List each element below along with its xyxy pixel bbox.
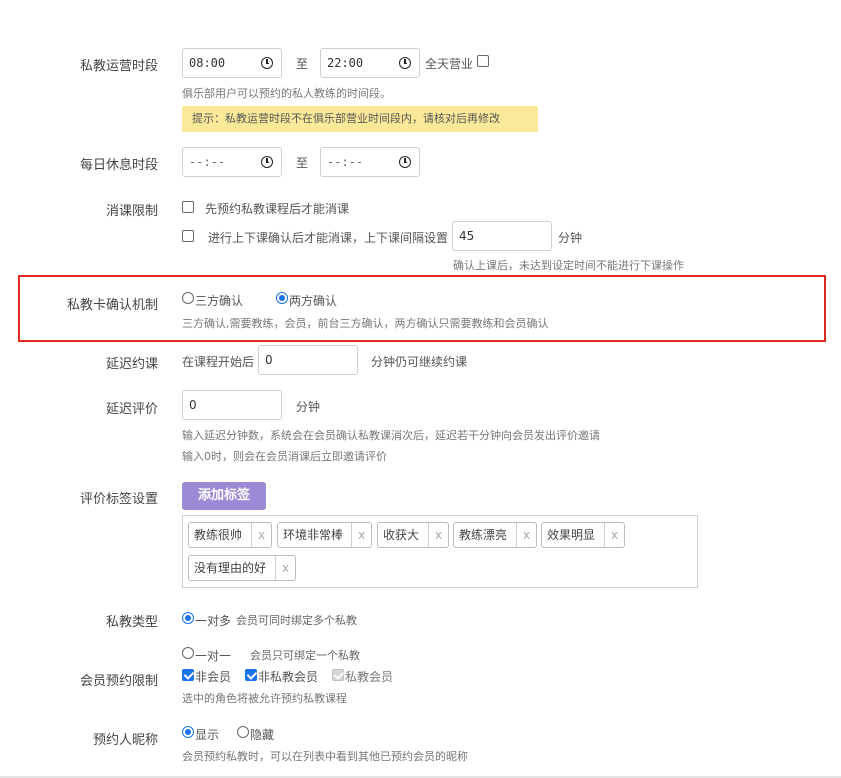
clock-icon[interactable]	[399, 156, 411, 168]
tag-label: 环境非常棒	[283, 528, 344, 542]
booking-limit-label: 会员预约限制	[79, 674, 158, 689]
operating-separator: 至	[296, 57, 309, 71]
clock-icon[interactable]	[399, 57, 411, 69]
tag-label: 教练很帅	[194, 528, 243, 542]
operating-start-time-input[interactable]: 08:00	[182, 48, 282, 78]
tag-item: 没有理由的好 x	[188, 555, 296, 581]
remove-tag-icon[interactable]: x	[251, 523, 271, 547]
all-day-label: 全天营业	[425, 57, 474, 71]
remove-tag-icon[interactable]: x	[604, 523, 624, 547]
rest-separator: 至	[296, 156, 309, 170]
confirm-mechanism-hint: 三方确认,需要教练，会员，前台三方确认，两方确认只需要教练和会员确认	[182, 317, 549, 330]
tag-item: 效果明显 x	[541, 522, 625, 548]
non-member-label: 非会员	[195, 670, 232, 684]
operating-hours-label: 私教运营时段	[79, 59, 158, 74]
operating-end-value: 22:00	[327, 56, 364, 70]
interval-input[interactable]: 45	[452, 221, 552, 251]
delay-booking-prefix: 在课程开始后	[182, 355, 255, 369]
add-tag-button[interactable]: 添加标签	[182, 482, 266, 510]
rest-end-value: --:--	[327, 155, 364, 169]
coach-member-checkbox	[332, 669, 344, 681]
operating-hours-hint: 俱乐部用户可以预约的私人教练的时间段。	[182, 87, 391, 100]
one-to-many-radio[interactable]	[182, 612, 194, 624]
one-to-one-desc: 会员只可绑定一个私教	[250, 649, 360, 662]
operating-start-value: 08:00	[189, 56, 226, 70]
show-nickname-radio[interactable]	[182, 726, 194, 738]
tag-item: 教练很帅 x	[188, 522, 272, 548]
two-party-label: 两方确认	[289, 294, 338, 308]
consume-option2-label: 进行上下课确认后才能消课，上下课间隔设置	[208, 231, 449, 245]
coach-member-label: 私教会员	[345, 670, 394, 684]
rest-hours-label: 每日休息时段	[79, 158, 158, 173]
confirm-mechanism-label: 私教卡确认机制	[66, 298, 158, 313]
booking-limit-hint: 选中的角色将被允许预约私教课程	[182, 692, 347, 705]
remove-tag-icon[interactable]: x	[351, 523, 371, 547]
consume-option2-checkbox[interactable]	[182, 230, 194, 242]
consume-limit-hint: 确认上课后，未达到设定时间不能进行下课操作	[453, 259, 684, 272]
delay-booking-suffix: 分钟仍可继续约课	[371, 355, 468, 369]
hide-nickname-radio[interactable]	[237, 726, 249, 738]
show-nickname-label: 显示	[195, 728, 220, 742]
rest-start-value: --:--	[189, 155, 226, 169]
tag-item: 收获大 x	[377, 522, 449, 548]
consume-limit-label: 消课限制	[105, 204, 158, 219]
hide-nickname-label: 隐藏	[250, 728, 275, 742]
tag-container: 教练很帅 x 环境非常棒 x 收获大 x 教练漂亮 x 效果明显 x 没有理由的…	[182, 515, 698, 588]
delay-review-unit: 分钟	[296, 400, 321, 414]
one-to-one-label: 一对一	[195, 649, 232, 663]
consume-option1-label: 先预约私教课程后才能消课	[205, 202, 350, 216]
rest-start-time-input[interactable]: --:--	[182, 147, 282, 177]
review-tags-label: 评价标签设置	[79, 492, 158, 507]
tag-label: 收获大	[383, 528, 420, 542]
non-coach-member-checkbox[interactable]	[245, 669, 257, 681]
nickname-hint: 会员预约私教时，可以在列表中看到其他已预约会员的昵称	[182, 750, 468, 763]
clock-icon[interactable]	[261, 57, 273, 69]
delay-review-value: 0	[189, 398, 197, 412]
one-to-many-desc: 会员可同时绑定多个私教	[236, 614, 357, 627]
three-party-radio[interactable]	[182, 292, 194, 304]
tag-label: 没有理由的好	[194, 561, 267, 575]
remove-tag-icon[interactable]: x	[275, 556, 295, 580]
non-coach-member-label: 非私教会员	[258, 670, 319, 684]
delay-review-label: 延迟评价	[105, 402, 158, 417]
delay-review-input[interactable]: 0	[182, 390, 282, 420]
three-party-label: 三方确认	[195, 294, 244, 308]
coach-type-label: 私教类型	[105, 615, 158, 630]
one-to-many-label: 一对多	[195, 614, 232, 628]
two-party-radio[interactable]	[276, 292, 288, 304]
delay-review-hint2: 输入0时，则会在会员消课后立即邀请评价	[182, 450, 387, 463]
operating-hours-warning: 提示：私教运营时段不在俱乐部营业时间段内，请核对后再修改	[182, 106, 538, 132]
one-to-one-radio[interactable]	[182, 647, 194, 659]
interval-value: 45	[459, 229, 475, 243]
delay-booking-label: 延迟约课	[105, 357, 158, 372]
consume-option1-checkbox[interactable]	[182, 201, 194, 213]
remove-tag-icon[interactable]: x	[428, 523, 448, 547]
clock-icon[interactable]	[261, 156, 273, 168]
tag-item: 环境非常棒 x	[277, 522, 372, 548]
interval-unit: 分钟	[558, 231, 583, 245]
delay-booking-input[interactable]: 0	[258, 345, 358, 375]
delay-review-hint1: 输入延迟分钟数，系统会在会员确认私教课消次后，延迟若干分钟向会员发出评价邀请	[182, 429, 600, 442]
non-member-checkbox[interactable]	[182, 669, 194, 681]
tag-item: 教练漂亮 x	[453, 522, 537, 548]
tag-label: 效果明显	[547, 528, 596, 542]
remove-tag-icon[interactable]: x	[516, 523, 536, 547]
nickname-label: 预约人昵称	[92, 733, 158, 748]
delay-booking-value: 0	[265, 353, 273, 367]
tag-label: 教练漂亮	[459, 528, 508, 542]
operating-end-time-input[interactable]: 22:00	[320, 48, 420, 78]
all-day-checkbox[interactable]	[477, 55, 489, 67]
rest-end-time-input[interactable]: --:--	[320, 147, 420, 177]
